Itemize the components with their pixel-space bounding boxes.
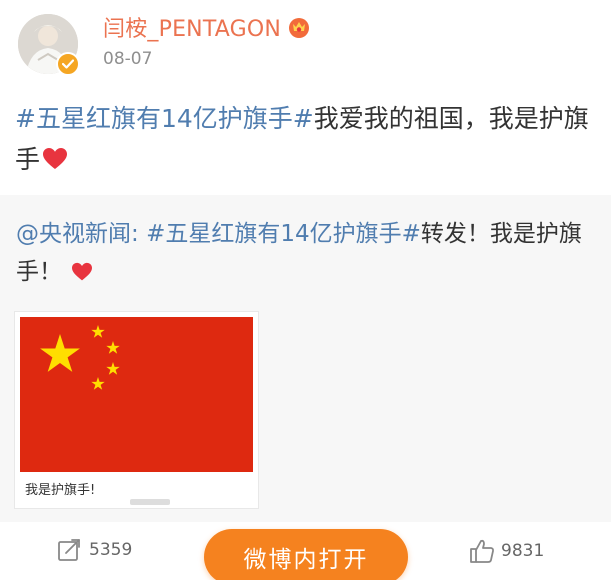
like-button[interactable]: 9831 — [469, 538, 544, 564]
post-hashtag[interactable]: #五星红旗有14亿护旗手# — [15, 104, 314, 133]
open-in-weibo-button[interactable]: 微博内打开 — [204, 529, 408, 580]
repost-icon — [58, 539, 80, 561]
weibo-post-page: 闫桉_PENTAGON 08-07 #五星红旗有14亿护旗手#我爱我的祖国，我是… — [0, 0, 611, 580]
thumbs-up-icon — [470, 539, 494, 563]
post-header: 闫桉_PENTAGON 08-07 — [0, 0, 611, 88]
action-bar: 5359 微博内打开 9831 — [0, 522, 611, 580]
verified-badge-icon — [56, 52, 80, 76]
heart-icon — [71, 256, 93, 294]
like-count: 9831 — [501, 541, 545, 561]
repost-hashtag[interactable]: #五星红旗有14亿护旗手# — [146, 221, 421, 247]
post-time: 08-07 — [103, 49, 153, 69]
image-caption: 我是护旗手! — [25, 483, 96, 498]
repost-block[interactable]: @央视新闻: #五星红旗有14亿护旗手#转发！我是护旗手！ 我是护旗手! — [0, 195, 611, 522]
username-row: 闫桉_PENTAGON — [103, 12, 311, 42]
avatar[interactable] — [18, 14, 80, 76]
vip-crown-icon[interactable] — [287, 15, 311, 39]
repost-text: @央视新闻: #五星红旗有14亿护旗手#转发！我是护旗手！ — [16, 215, 596, 294]
repost-mention[interactable]: @央视新闻: — [16, 221, 139, 247]
repost-image-card[interactable]: 我是护旗手! — [14, 311, 259, 509]
image-watermark — [130, 499, 170, 505]
repost-count: 5359 — [89, 540, 133, 560]
china-flag-image — [20, 317, 253, 472]
post-text: #五星红旗有14亿护旗手#我爱我的祖国，我是护旗手 — [15, 98, 600, 183]
heart-icon — [42, 142, 68, 183]
username[interactable]: 闫桉_PENTAGON — [103, 11, 281, 43]
repost-button[interactable]: 5359 — [57, 538, 132, 562]
